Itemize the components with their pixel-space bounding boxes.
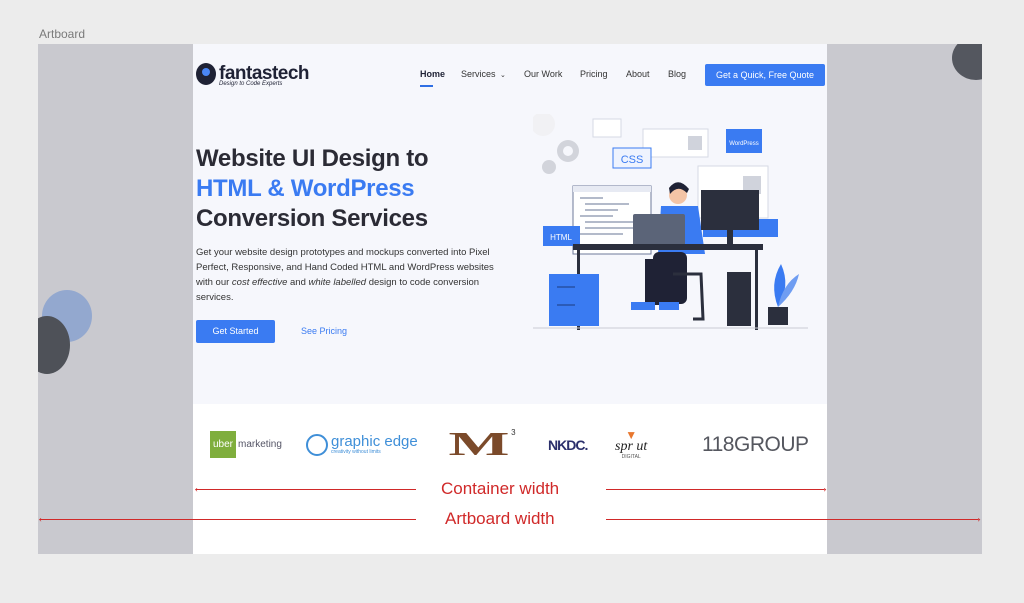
deco-circle-top-right <box>952 44 982 80</box>
wordpress-badge: WordPress <box>726 129 762 153</box>
hero-title-line-1: Website UI Design to <box>196 145 429 172</box>
monitor-shape <box>701 190 759 230</box>
desk-top <box>573 244 763 250</box>
blob-shape <box>533 114 555 136</box>
pc-tower-shape <box>727 272 751 326</box>
sprout-tagline: DIGITAL <box>621 453 641 460</box>
artboard-width-arrow-right: → <box>969 509 983 525</box>
nav-blog[interactable]: Blog <box>668 69 686 79</box>
uber-box: uber <box>210 431 237 458</box>
desk-leg-right <box>755 250 758 330</box>
artboard-width-line-right <box>606 519 978 520</box>
html-badge: HTML <box>543 226 580 246</box>
nav-pricing[interactable]: Pricing <box>580 69 608 79</box>
logo-nkdc: NKDC. <box>548 422 588 467</box>
container-width-arrow-right: → <box>815 479 829 495</box>
image-placeholder-shape <box>688 136 702 150</box>
hero-illustration: CSS WordPress HTML <box>533 114 808 330</box>
logo-uber-marketing: uber marketing <box>210 422 282 467</box>
doc-window-shape <box>592 118 622 138</box>
carrot-icon: ▼ <box>625 427 638 442</box>
nav-our-work[interactable]: Our Work <box>524 69 562 79</box>
desc-em-2: white labelled <box>308 277 367 288</box>
118group-text: 118GROUP <box>702 432 809 456</box>
small-gear-icon <box>542 160 556 174</box>
logo-tagline: Design to Code Experts <box>219 81 283 87</box>
container-width-arrow-left: ← <box>192 479 206 495</box>
artboard-width-line-left <box>40 519 416 520</box>
css-badge-label: CSS <box>621 154 644 166</box>
drawer-cabinet-shape <box>549 274 599 326</box>
m3-superscript: 3 <box>511 428 516 437</box>
container-width-line-right <box>606 489 824 490</box>
logo-graphic-edge: graphic edge creativity without limits <box>306 422 418 467</box>
plant-icon <box>768 264 799 325</box>
sprout-text: spr ut <box>615 438 648 454</box>
artboard-width-label: Artboard width <box>445 509 555 528</box>
gear-icon <box>557 140 579 162</box>
logo-m3: M 3 <box>445 422 516 467</box>
graphic-edge-globe-icon <box>306 433 328 456</box>
nav-active-indicator <box>420 85 433 87</box>
uber-marketing-text: marketing <box>238 439 282 450</box>
drawer-handle <box>557 286 575 288</box>
sprout-group: ▼ spr ut DIGITAL <box>615 427 648 460</box>
monitor-stand <box>727 230 733 244</box>
html-badge-label: HTML <box>550 233 572 242</box>
graphic-edge-tagline: creativity without limits <box>331 449 381 455</box>
nav-services[interactable]: Services ⌄ <box>461 69 506 79</box>
drawer-handle-2 <box>557 304 575 306</box>
artboard-label: Artboard <box>39 27 86 41</box>
chevron-down-icon: ⌄ <box>500 72 506 79</box>
nav-home[interactable]: Home <box>420 69 445 79</box>
nav-services-label: Services <box>461 69 496 79</box>
logo-sprout: ▼ spr ut DIGITAL <box>615 422 647 467</box>
graphic-edge-text-group: graphic edge creativity without limits <box>331 434 418 455</box>
container-width-label: Container width <box>441 479 560 498</box>
graphic-edge-text: graphic edge <box>331 433 418 450</box>
m3-mark: M <box>448 425 510 463</box>
client-logos-row: uber marketing graphic edge creativity w… <box>193 422 827 467</box>
hero-title-line-2: HTML & WordPress <box>196 175 415 202</box>
free-quote-button[interactable]: Get a Quick, Free Quote <box>705 64 825 86</box>
wordpress-badge-label: WordPress <box>729 141 759 147</box>
website-page: fantastech Design to Code Experts Home S… <box>193 44 827 554</box>
logo-118group: 118GROUP <box>702 422 809 467</box>
see-pricing-link[interactable]: See Pricing <box>301 326 347 336</box>
nkdc-text: NKDC. <box>548 436 588 453</box>
get-started-button[interactable]: Get Started <box>196 320 275 343</box>
hero-description: Get your website design prototypes and m… <box>196 245 496 305</box>
laptop-shape <box>633 214 685 248</box>
desc-part-2: and <box>287 277 309 288</box>
logo-bulb-icon <box>196 63 216 85</box>
nav-about[interactable]: About <box>626 69 650 79</box>
container-width-line-left <box>196 489 416 490</box>
hero-title-line-3: Conversion Services <box>196 205 428 232</box>
code-editor-titlebar <box>573 186 651 192</box>
css-badge: CSS <box>612 147 652 169</box>
desc-em-1: cost effective <box>231 277 288 288</box>
artboard-width-arrow-left: ← <box>36 509 50 525</box>
